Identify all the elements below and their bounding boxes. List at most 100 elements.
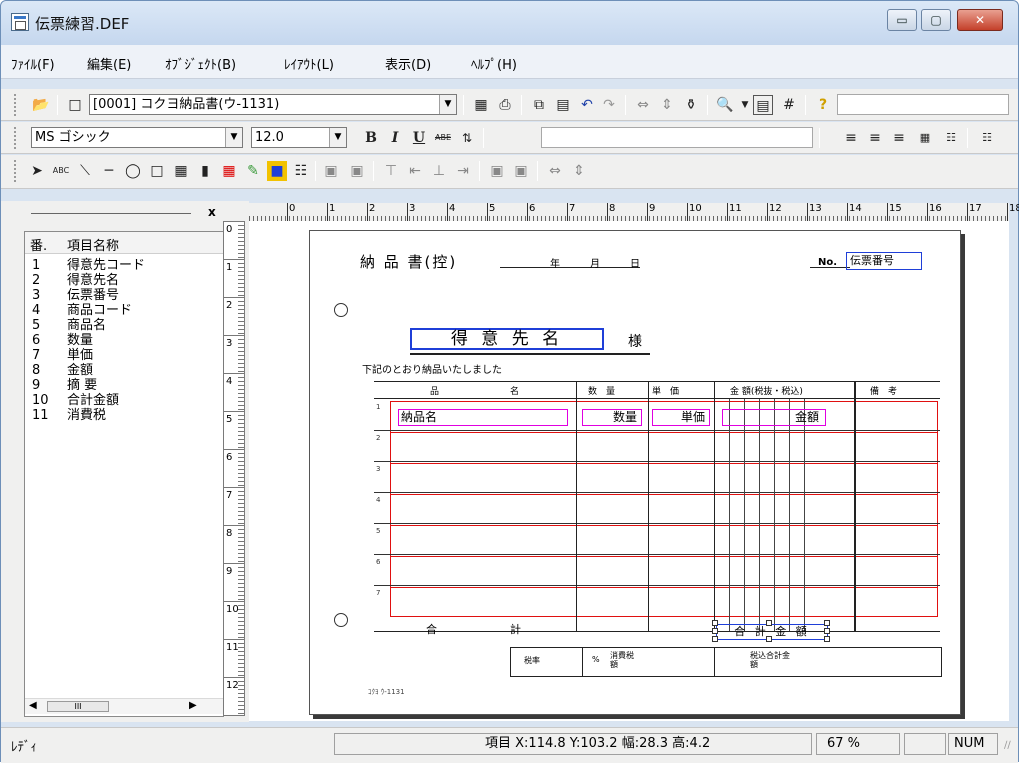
align-center-icon[interactable]: ≡ [865, 128, 885, 148]
item-name-field[interactable]: 納品名 [398, 409, 568, 426]
chevron-down-icon[interactable]: ▼ [329, 128, 346, 147]
form-select[interactable]: [0001] コクヨ納品書(ウ-1131) ▼ [89, 94, 457, 115]
panel-close-button[interactable]: x [208, 205, 216, 219]
paste-icon[interactable]: ▤ [553, 95, 573, 115]
image-edit-icon[interactable]: ✎ [243, 161, 263, 181]
space-horizontal-icon[interactable]: ⇔ [545, 161, 565, 181]
scroll-thumb[interactable]: III [47, 701, 109, 712]
field-list[interactable]: 番. 項目名称 1 得意先コード 2 得意先名 3 伝票番号 4 商品コード 5 商品名 6 数量 7 単… [24, 231, 224, 717]
chevron-down-icon[interactable]: ▼ [439, 95, 456, 114]
text-input[interactable] [541, 127, 813, 148]
text-tool-icon[interactable]: ABC [51, 161, 71, 181]
key-icon[interactable]: ⚱ [681, 95, 701, 115]
barcode-icon[interactable]: ▮ [195, 161, 215, 181]
column-name[interactable]: 項目名称 [67, 235, 119, 254]
amount-field[interactable]: 金額 [722, 409, 826, 426]
menu-edit[interactable]: 編集(E) [87, 54, 131, 73]
space-vertical-icon[interactable]: ⇕ [569, 161, 589, 181]
toolbar-grip[interactable] [14, 160, 17, 182]
bring-front-icon[interactable]: ▣ [487, 161, 507, 181]
fill-color-icon[interactable]: ■ [267, 161, 287, 181]
title-bar[interactable]: 伝票練習.DEF ▭ ▢ ✕ [1, 1, 1018, 45]
columns-wide-icon[interactable]: ☷ [977, 128, 997, 148]
menu-layout[interactable]: ﾚｲｱｳﾄ(L) [284, 54, 334, 73]
menu-help[interactable]: ﾍﾙﾌﾟ(H) [471, 54, 517, 73]
redo-icon[interactable]: ↷ [599, 95, 619, 115]
line-diagonal-icon[interactable]: ⟍ [75, 161, 95, 181]
scroll-left-icon[interactable]: ◀ [29, 700, 37, 711]
print-icon[interactable]: ⎙ [495, 95, 515, 115]
menu-object[interactable]: ｵﾌﾞｼﾞｪｸﾄ(B) [165, 54, 236, 73]
toolbar-grip[interactable] [14, 94, 17, 116]
column-number[interactable]: 番. [30, 235, 47, 254]
list-item[interactable]: 11 消費税 [25, 408, 223, 423]
list-item[interactable]: 6 数量 [25, 333, 223, 348]
total-amount-field[interactable]: 合 計 金 額 [716, 624, 828, 640]
bold-button[interactable]: B [361, 128, 381, 148]
send-back-icon[interactable]: ▣ [511, 161, 531, 181]
list-item[interactable]: 1 得意先コード [25, 258, 223, 273]
toolbar-grip[interactable] [14, 127, 17, 149]
chevron-down-icon[interactable]: ▼ [225, 128, 242, 147]
maximize-button[interactable]: ▢ [921, 9, 951, 31]
list-item[interactable]: 7 単価 [25, 348, 223, 363]
ellipse-icon[interactable]: ◯ [123, 161, 143, 181]
print-preview-icon[interactable]: 🔍 [715, 95, 735, 115]
sort-icon[interactable]: ⇅ [457, 128, 477, 148]
distribute-icon[interactable]: ▦ [915, 128, 935, 148]
chevron-down-icon[interactable]: ▼ [735, 95, 755, 115]
fit-width-icon[interactable]: ▣ [321, 161, 341, 181]
total-label-2: 計 [510, 623, 521, 636]
underline-button[interactable]: U [409, 128, 429, 148]
horizontal-scrollbar[interactable]: ◀ III ▶ [25, 698, 223, 714]
design-canvas[interactable]: 納 品 書(控) 年 月 日 No. 伝票番号 得 意 先 名 様 下記のとおり… [249, 221, 1009, 721]
strikethrough-button[interactable]: ABE [433, 128, 453, 148]
align-right-edge-icon[interactable]: ⇥ [453, 161, 473, 181]
list-item[interactable]: 10 合計金額 [25, 393, 223, 408]
list-item[interactable]: 4 商品コード [25, 303, 223, 318]
font-size-select[interactable]: 12.0 ▼ [251, 127, 347, 148]
font-select[interactable]: MS ゴシック ▼ [31, 127, 243, 148]
align-top-icon[interactable]: ⊤ [381, 161, 401, 181]
field-table-icon[interactable]: ▦ [219, 161, 239, 181]
resize-grip-icon[interactable]: ∕∕ [1004, 740, 1011, 751]
unit-price-field[interactable]: 単価 [652, 409, 710, 426]
align-right-icon[interactable]: ≡ [889, 128, 909, 148]
menu-view[interactable]: 表示(D) [385, 54, 431, 73]
grid-icon[interactable]: # [779, 95, 799, 115]
undo-icon[interactable]: ↶ [577, 95, 597, 115]
table-icon[interactable]: ▦ [171, 161, 191, 181]
form-footer-code: ｺｸﾖ ｳ-1131 [368, 688, 405, 696]
save-icon[interactable]: ▦ [471, 95, 491, 115]
copy-icon[interactable]: ⧉ [529, 95, 549, 115]
equal-height-icon[interactable]: ⇕ [657, 95, 677, 115]
list-item[interactable]: 8 金額 [25, 363, 223, 378]
scroll-right-icon[interactable]: ▶ [189, 700, 197, 711]
list-item[interactable]: 3 伝票番号 [25, 288, 223, 303]
align-bottom-icon[interactable]: ⊥ [429, 161, 449, 181]
list-item[interactable]: 5 商品名 [25, 318, 223, 333]
stamp-icon[interactable]: ☷ [291, 161, 311, 181]
quantity-field[interactable]: 数量 [582, 409, 642, 426]
new-document-icon[interactable]: □ [65, 95, 85, 115]
equal-width-icon[interactable]: ⇔ [633, 95, 653, 115]
fit-height-icon[interactable]: ▣ [347, 161, 367, 181]
italic-button[interactable]: I [385, 128, 405, 148]
align-left-icon[interactable]: ≡ [841, 128, 861, 148]
line-horizontal-icon[interactable]: ─ [99, 161, 119, 181]
open-folder-icon[interactable]: 📂 [31, 95, 51, 115]
window-icon[interactable]: ▤ [753, 95, 773, 115]
status-num: NUM [948, 733, 998, 755]
minimize-button[interactable]: ▭ [887, 9, 917, 31]
close-button[interactable]: ✕ [957, 9, 1003, 31]
help-icon[interactable]: ? [813, 95, 833, 115]
columns-icon[interactable]: ☷ [941, 128, 961, 148]
pointer-icon[interactable]: ➤ [27, 161, 47, 181]
menu-file[interactable]: ﾌｧｲﾙ(F) [11, 54, 55, 73]
rectangle-icon[interactable]: □ [147, 161, 167, 181]
list-item[interactable]: 2 得意先名 [25, 273, 223, 288]
customer-name-field[interactable]: 得 意 先 名 [410, 328, 604, 350]
align-left-edge-icon[interactable]: ⇤ [405, 161, 425, 181]
slip-number-field[interactable]: 伝票番号 [846, 252, 922, 270]
list-item[interactable]: 9 摘 要 [25, 378, 223, 393]
